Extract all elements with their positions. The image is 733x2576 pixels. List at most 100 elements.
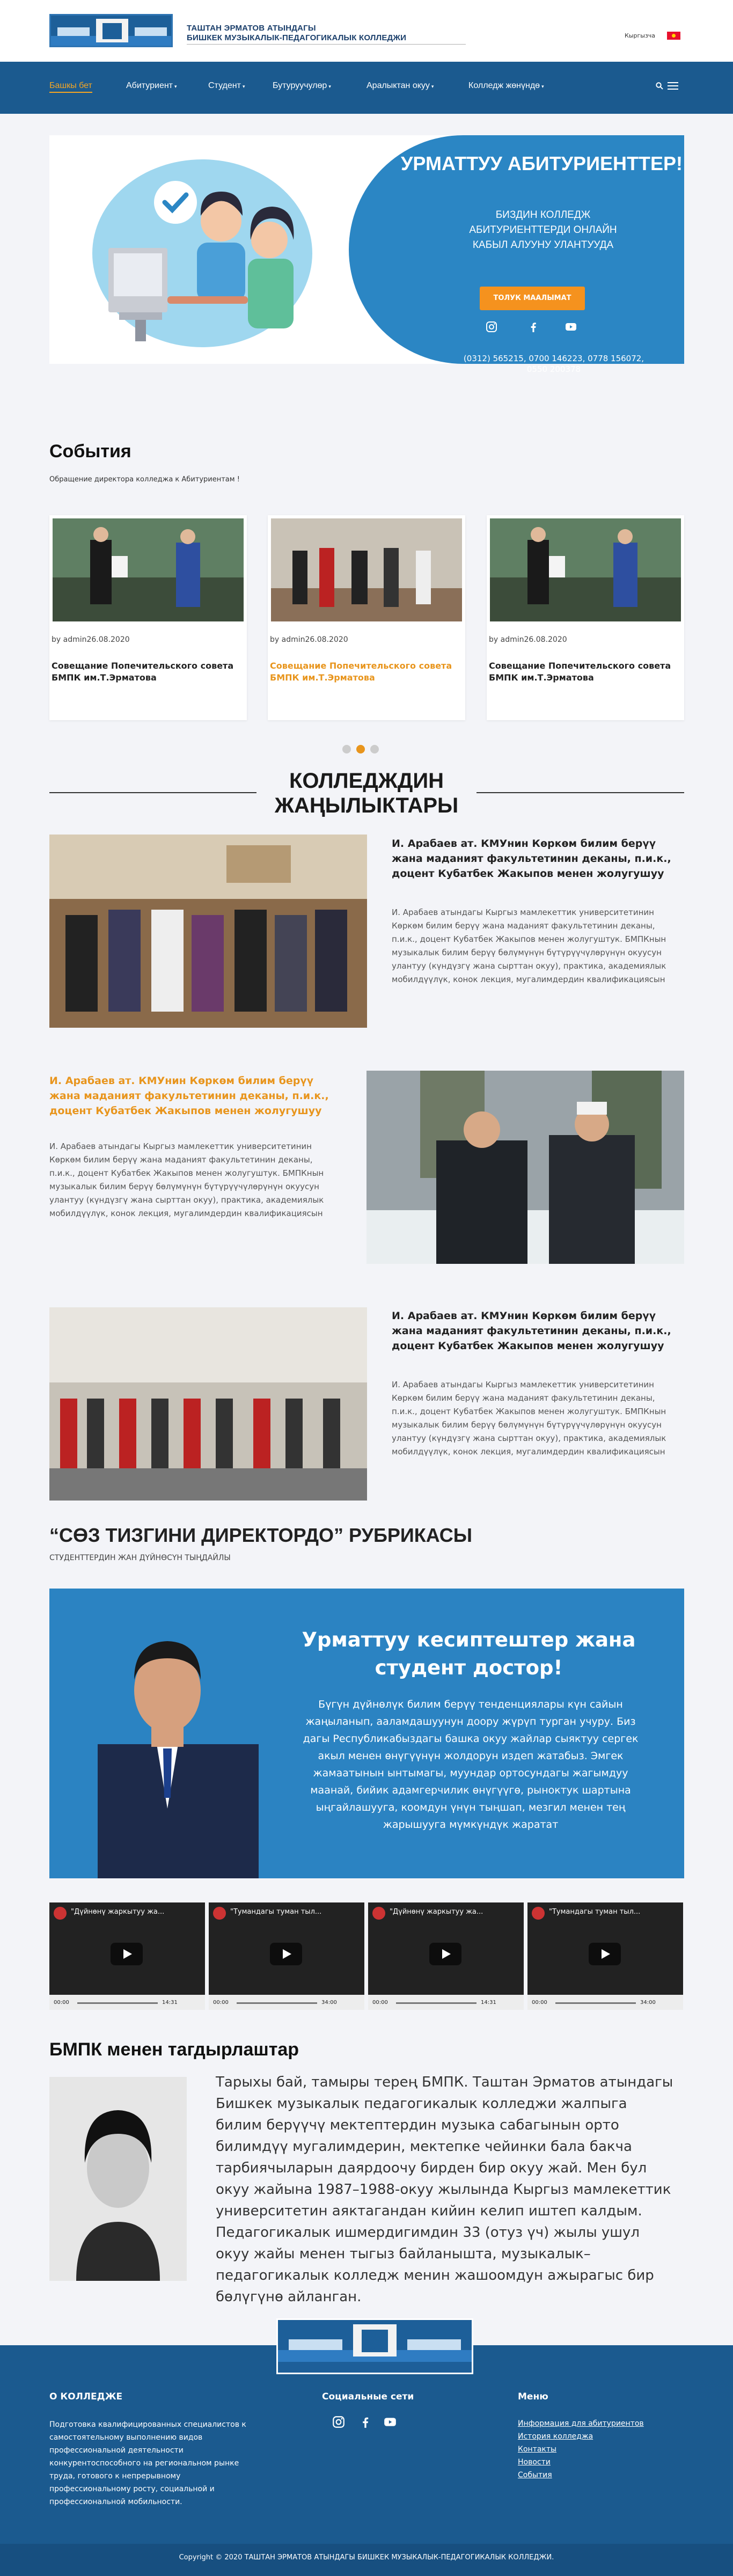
footer-menu-title: Меню bbox=[518, 2391, 548, 2402]
footer-about-title: О КОЛЛЕДЖЕ bbox=[49, 2391, 123, 2402]
event-card[interactable]: by admin26.08.2020 Совещание Попечительс… bbox=[487, 515, 684, 720]
footer-link-contacts[interactable]: Контакты bbox=[518, 2445, 556, 2454]
channel-avatar bbox=[372, 1907, 385, 1920]
video-progress[interactable] bbox=[396, 2002, 477, 2004]
facebook-icon[interactable] bbox=[357, 2415, 373, 2431]
channel-avatar bbox=[54, 1907, 67, 1920]
chevron-down-icon: ▾ bbox=[431, 84, 434, 89]
main-navigation: Башкы бет Абитуриент ▾ Студент ▾ Бутуруучу… bbox=[0, 62, 733, 114]
history-section-title: БМПК менен тагдырлаштар bbox=[49, 2039, 299, 2060]
instagram-icon[interactable] bbox=[331, 2415, 347, 2431]
video-player[interactable]: "Дүйнөнү жаркытуу жа... 00:00 14:31 bbox=[368, 1902, 524, 2010]
slider-dot[interactable] bbox=[370, 745, 379, 753]
event-meta: by admin26.08.2020 bbox=[52, 635, 130, 644]
footer-logo[interactable] bbox=[276, 2318, 473, 2374]
video-time-current: 00:00 bbox=[532, 2000, 547, 2006]
footer-link-history[interactable]: История колледжа bbox=[518, 2432, 593, 2441]
channel-avatar bbox=[532, 1907, 545, 1920]
site-header: ТАШТАН ЭРМАТОВ АТЫНДАГЫ БИШКЕК МУЗЫКАЛЫК… bbox=[0, 0, 733, 62]
news-heading[interactable]: И. Арабаев ат. КМУнин Көркөм билим берүү… bbox=[392, 1308, 681, 1353]
slider-dot-active[interactable] bbox=[356, 745, 365, 753]
video-progress[interactable] bbox=[237, 2002, 317, 2004]
video-player[interactable]: "Дүйнөнү жаркытуу жа... 00:00 14:31 bbox=[49, 1902, 205, 2010]
video-title[interactable]: "Дүйнөнү жаркытуу жа... bbox=[390, 1908, 483, 1916]
event-card[interactable]: by admin26.08.2020 Совещание Попечительс… bbox=[268, 515, 465, 720]
event-meta: by admin26.08.2020 bbox=[270, 635, 348, 644]
news-heading[interactable]: И. Арабаев ат. КМУнин Көркөм билим берүү… bbox=[49, 1073, 339, 1118]
nav-item-student[interactable]: Студент ▾ bbox=[208, 81, 245, 91]
site-name[interactable]: ТАШТАН ЭРМАТОВ АТЫНДАГЫ БИШКЕК МУЗЫКАЛЫК… bbox=[187, 24, 466, 45]
news-photo[interactable] bbox=[49, 1307, 367, 1501]
video-title[interactable]: "Тумандагы туман тыл... bbox=[549, 1908, 640, 1916]
divider bbox=[477, 792, 684, 793]
video-player[interactable]: "Тумандагы туман тыл... 00:00 34:00 bbox=[527, 1902, 683, 2010]
site-name-line2: БИШКЕК МУЗЫКАЛЫК-ПЕДАГОГИКАЛЫК КОЛЛЕДЖИ bbox=[187, 33, 407, 42]
video-time-total: 34:00 bbox=[640, 2000, 656, 2006]
youtube-icon[interactable] bbox=[382, 2415, 398, 2431]
college-logo[interactable] bbox=[49, 14, 173, 47]
video-title[interactable]: "Тумандагы туман тыл... bbox=[230, 1908, 321, 1916]
footer-about-text: Подготовка квалифицированных специалисто… bbox=[49, 2420, 246, 2506]
news-text: И. Арабаев атындагы Кыргыз мамлекеттик у… bbox=[49, 1141, 324, 1218]
teacher-portrait bbox=[49, 2077, 187, 2281]
video-time-current: 00:00 bbox=[54, 2000, 69, 2006]
rubric-subtitle: СТУДЕНТТЕРДИН ЖАН ДҮЙНӨСҮН ТЫҢДАЙЛЫ bbox=[49, 1554, 231, 1562]
event-meta: by admin26.08.2020 bbox=[489, 635, 567, 644]
event-card[interactable]: by admin26.08.2020 Совещание Попечительс… bbox=[49, 515, 247, 720]
play-icon[interactable] bbox=[589, 1943, 621, 1965]
video-player[interactable]: "Тумандагы туман тыл... 00:00 34:00 bbox=[209, 1902, 364, 2010]
nav-item-graduates[interactable]: Бутуруучулөр ▾ bbox=[273, 81, 331, 91]
event-title[interactable]: Совещание Попечительского совета БМПК им… bbox=[52, 660, 234, 684]
event-photo bbox=[271, 518, 462, 621]
youtube-icon[interactable] bbox=[563, 320, 578, 335]
event-title[interactable]: Совещание Попечительского совета БМПК им… bbox=[270, 660, 452, 684]
channel-avatar bbox=[213, 1907, 226, 1920]
footer-social-title: Социальные сети bbox=[322, 2391, 414, 2402]
footer-link-events[interactable]: События bbox=[518, 2471, 552, 2479]
chevron-down-icon: ▾ bbox=[242, 84, 245, 89]
instagram-icon[interactable] bbox=[484, 320, 499, 335]
event-photo bbox=[490, 518, 681, 621]
chevron-down-icon: ▾ bbox=[328, 84, 331, 89]
play-icon[interactable] bbox=[270, 1943, 302, 1965]
news-photo[interactable] bbox=[49, 835, 367, 1028]
video-time-total: 34:00 bbox=[321, 2000, 337, 2006]
play-icon[interactable] bbox=[429, 1943, 461, 1965]
chevron-down-icon: ▾ bbox=[174, 84, 177, 89]
nav-item-home[interactable]: Башкы бет bbox=[49, 81, 92, 93]
kyrgyz-flag-icon[interactable] bbox=[667, 32, 680, 40]
news-section-title: КОЛЛЕДЖДИН ЖАҢЫЛЫКТАРЫ bbox=[274, 769, 459, 817]
footer-link-applicants[interactable]: Информация для абитуриентов bbox=[518, 2419, 644, 2428]
more-info-button[interactable]: ТОЛУК МААЛЫМАТ bbox=[480, 287, 585, 310]
director-message-box: Урматтуу кесиптештер жана студент достор… bbox=[49, 1589, 684, 1878]
hero-banner: УРМАТТУУ АБИТУРИЕНТТЕР! БИЗДИН КОЛЛЕДЖ А… bbox=[49, 135, 684, 374]
news-photo[interactable] bbox=[366, 1071, 684, 1264]
video-title[interactable]: "Дүйнөнү жаркытуу жа... bbox=[71, 1908, 164, 1916]
copyright-bar: Copyright © 2020 ТАШТАН ЭРМАТОВ АТЫНДАГЫ… bbox=[0, 2544, 733, 2576]
director-message-heading: Урматтуу кесиптештер жана студент достор… bbox=[302, 1628, 636, 1679]
slider-dot[interactable] bbox=[342, 745, 351, 753]
search-icon[interactable] bbox=[656, 82, 663, 92]
news-text: И. Арабаев атындагы Кыргыз мамлекеттик у… bbox=[392, 1380, 666, 1457]
nav-item-about[interactable]: Колледж жөнүндө ▾ bbox=[468, 81, 544, 91]
video-time-current: 00:00 bbox=[372, 2000, 388, 2006]
news-heading[interactable]: И. Арабаев ат. КМУнин Көркөм билим берүү… bbox=[392, 836, 681, 881]
video-time-total: 14:31 bbox=[162, 2000, 178, 2006]
online-consultation-illustration bbox=[92, 159, 312, 347]
nav-item-applicant[interactable]: Абитуриент ▾ bbox=[126, 81, 177, 91]
footer-link-news[interactable]: Новости bbox=[518, 2458, 551, 2467]
language-selector[interactable]: Кыргызча bbox=[625, 32, 655, 39]
divider bbox=[49, 792, 256, 793]
facebook-icon[interactable] bbox=[526, 320, 541, 335]
video-progress[interactable] bbox=[77, 2002, 158, 2004]
event-title[interactable]: Совещание Попечительского совета БМПК им… bbox=[489, 660, 671, 684]
events-subtitle[interactable]: Обращение директора колледжа к Абитуриен… bbox=[49, 475, 240, 484]
contact-phones: (0312) 565215, 0700 146223, 0778 156072,… bbox=[463, 354, 644, 374]
event-photo bbox=[53, 518, 244, 621]
play-icon[interactable] bbox=[111, 1943, 143, 1965]
director-photo bbox=[98, 1641, 259, 1878]
nav-item-distance-learning[interactable]: Аралыктан окуу ▾ bbox=[366, 81, 434, 91]
site-name-line1: ТАШТАН ЭРМАТОВ АТЫНДАГЫ bbox=[187, 24, 316, 33]
video-progress[interactable] bbox=[555, 2002, 636, 2004]
hamburger-icon[interactable] bbox=[668, 82, 678, 90]
